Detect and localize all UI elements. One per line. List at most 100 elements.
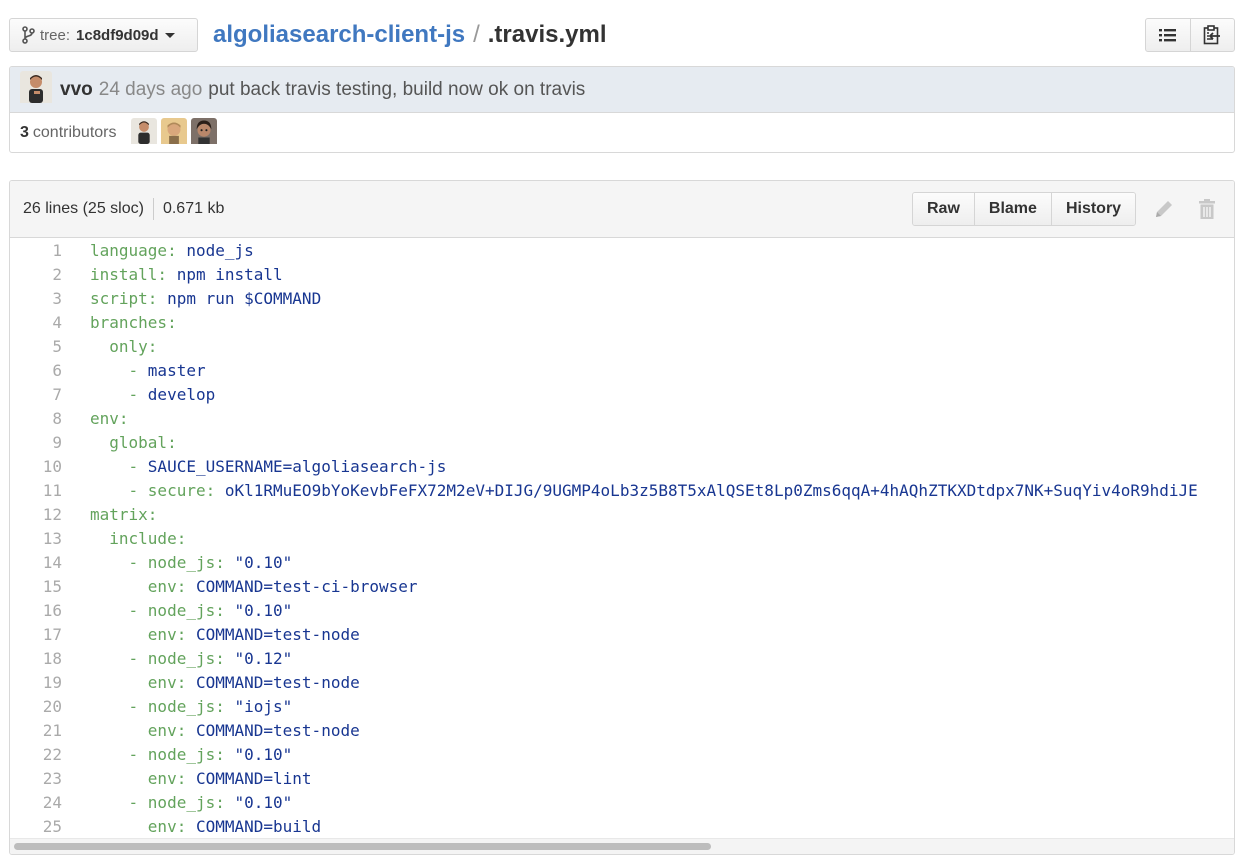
yaml-indent: [90, 601, 129, 620]
line-number[interactable]: 13: [10, 527, 62, 551]
yaml-val: COMMAND=test-ci-browser: [186, 577, 418, 596]
yaml-key: node_js:: [147, 553, 225, 572]
yaml-val: COMMAND=test-node: [186, 673, 360, 692]
yaml-indent: [90, 481, 129, 500]
line-number[interactable]: 1: [10, 239, 62, 263]
line-number[interactable]: 16: [10, 599, 62, 623]
yaml-key: env:: [147, 577, 187, 596]
branch-icon: [22, 26, 35, 44]
line-number[interactable]: 7: [10, 383, 62, 407]
contributors-label[interactable]: contributors: [33, 124, 117, 142]
line-content: - develop: [62, 383, 216, 407]
line-content: env: COMMAND=test-node: [62, 719, 360, 743]
trash-icon[interactable]: [1198, 198, 1216, 220]
yaml-indent: [90, 745, 129, 764]
yaml-indent: [90, 529, 109, 548]
yaml-key: include:: [109, 529, 187, 548]
line-content: env:: [62, 407, 129, 431]
line-number[interactable]: 2: [10, 263, 62, 287]
yaml-dash: -: [128, 745, 148, 764]
line-number[interactable]: 17: [10, 623, 62, 647]
list-view-button[interactable]: [1146, 19, 1190, 51]
line-number[interactable]: 10: [10, 455, 62, 479]
copy-path-button[interactable]: [1189, 19, 1235, 51]
line-number[interactable]: 14: [10, 551, 62, 575]
line-number[interactable]: 19: [10, 671, 62, 695]
line-number[interactable]: 11: [10, 479, 62, 503]
yaml-indent: [90, 553, 129, 572]
scrollbar-thumb[interactable]: [14, 843, 711, 850]
line-content: language: node_js: [62, 239, 254, 263]
contributor-avatar[interactable]: [190, 117, 217, 149]
code-line: 14 - node_js: "0.10": [10, 551, 1234, 575]
yaml-indent: [90, 649, 129, 668]
avatar[interactable]: [20, 70, 52, 109]
code-line: 11 - secure: oKl1RMuEO9bYoKevbFeFX72M2eV…: [10, 479, 1234, 503]
line-content: install: npm install: [62, 263, 283, 287]
line-number[interactable]: 8: [10, 407, 62, 431]
code-line: 18 - node_js: "0.12": [10, 647, 1234, 671]
line-number[interactable]: 4: [10, 311, 62, 335]
horizontal-scrollbar[interactable]: [10, 838, 1234, 854]
yaml-val: COMMAND=lint: [186, 769, 312, 788]
contributors-count[interactable]: 3: [20, 124, 29, 142]
branch-select-button[interactable]: tree: 1c8df9d09d: [9, 18, 198, 52]
raw-button[interactable]: Raw: [913, 193, 974, 225]
tree-sha: 1c8df9d09d: [76, 26, 159, 44]
code-line: 24 - node_js: "0.10": [10, 791, 1234, 815]
line-number[interactable]: 22: [10, 743, 62, 767]
yaml-val: oKl1RMuEO9bYoKevbFeFX72M2eV+DIJG/9UGMP4o…: [215, 481, 1198, 500]
contributor-avatar[interactable]: [130, 117, 157, 149]
yaml-key: install:: [90, 265, 168, 284]
list-icon: [1158, 29, 1176, 42]
yaml-dash: -: [128, 649, 148, 668]
blame-button[interactable]: Blame: [973, 193, 1051, 225]
commit-message[interactable]: put back travis testing, build now ok on…: [208, 79, 585, 101]
file-actions: Raw Blame History: [912, 192, 1137, 226]
line-number[interactable]: 12: [10, 503, 62, 527]
line-number[interactable]: 21: [10, 719, 62, 743]
line-content: env: COMMAND=test-node: [62, 623, 360, 647]
line-number[interactable]: 20: [10, 695, 62, 719]
yaml-key: node_js:: [147, 793, 225, 812]
line-number[interactable]: 6: [10, 359, 62, 383]
yaml-indent: [90, 337, 109, 356]
code-line: 22 - node_js: "0.10": [10, 743, 1234, 767]
line-content: env: COMMAND=lint: [62, 767, 312, 791]
line-number[interactable]: 3: [10, 287, 62, 311]
yaml-indent: [90, 673, 148, 692]
yaml-key: env:: [147, 817, 187, 836]
yaml-indent: [90, 361, 129, 380]
breadcrumb-repo-link[interactable]: algoliasearch-client-js: [213, 21, 465, 49]
line-content: global:: [62, 431, 176, 455]
line-content: - secure: oKl1RMuEO9bYoKevbFeFX72M2eV+DI…: [62, 479, 1198, 503]
contributors: 3 contributors: [10, 113, 1234, 152]
code-line: 1 language: node_js: [10, 239, 1234, 263]
line-number[interactable]: 5: [10, 335, 62, 359]
history-button[interactable]: History: [1050, 193, 1136, 225]
file-header: 26 lines (25 sloc) 0.671 kb Raw Blame Hi…: [10, 181, 1234, 238]
yaml-val: "0.10": [224, 745, 293, 764]
line-number[interactable]: 24: [10, 791, 62, 815]
code-line: 25 env: COMMAND=build: [10, 815, 1234, 839]
yaml-indent: [90, 433, 109, 452]
line-number[interactable]: 9: [10, 431, 62, 455]
line-number[interactable]: 23: [10, 767, 62, 791]
line-content: - node_js: "0.10": [62, 743, 293, 767]
yaml-dash: -: [128, 601, 148, 620]
line-number[interactable]: 25: [10, 815, 62, 839]
line-content: - node_js: "0.10": [62, 791, 293, 815]
yaml-val: master: [147, 361, 206, 380]
yaml-key: secure:: [147, 481, 216, 500]
line-number[interactable]: 18: [10, 647, 62, 671]
pencil-icon[interactable]: [1153, 198, 1175, 220]
yaml-dash: -: [128, 361, 148, 380]
code-line: 3 script: npm run $COMMAND: [10, 287, 1234, 311]
yaml-key: env:: [147, 625, 187, 644]
line-number[interactable]: 15: [10, 575, 62, 599]
code-blob: 1 language: node_js 2 install: npm install 3…: [10, 238, 1234, 839]
commit-author[interactable]: vvo: [60, 79, 93, 101]
yaml-indent: [90, 769, 148, 788]
yaml-key: env:: [147, 721, 187, 740]
contributor-avatar[interactable]: [160, 117, 187, 149]
